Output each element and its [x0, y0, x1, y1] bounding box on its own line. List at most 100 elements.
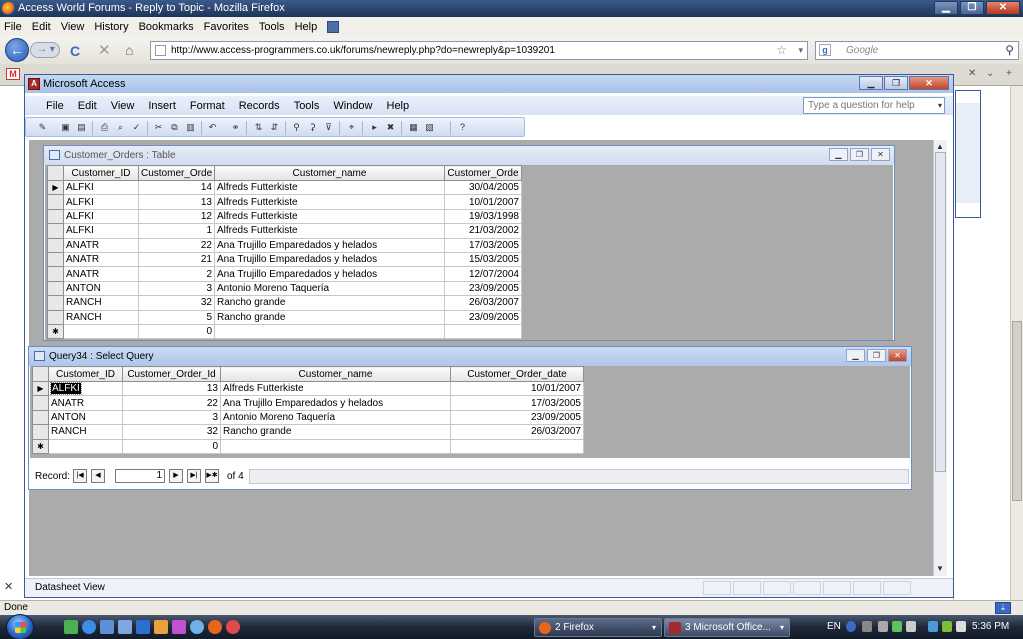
cell[interactable]: 2 [138, 266, 215, 282]
access-menu-edit[interactable]: Edit [71, 100, 104, 112]
sort-descending-icon[interactable]: ⇵ [268, 121, 281, 134]
menu-tools[interactable]: Tools [259, 21, 285, 33]
cell[interactable]: Alfreds Futterkiste [214, 194, 445, 210]
scroll-down-icon[interactable]: ▼ [936, 564, 944, 573]
new-record-row[interactable]: ✱ 0 [32, 438, 584, 454]
tray-chevron-icon[interactable] [878, 621, 888, 632]
table-row[interactable]: RANCH 5 Rancho grande 23/09/2005 [47, 309, 522, 325]
cell[interactable]: 23/09/2005 [450, 409, 584, 426]
cell[interactable]: 12/07/2004 [444, 266, 522, 282]
cell[interactable]: 22 [138, 237, 215, 253]
cell[interactable]: 12 [138, 208, 215, 225]
cell[interactable]: ANATR [63, 251, 139, 268]
minimize-icon[interactable]: ▁ [934, 1, 958, 15]
cell[interactable]: 10/01/2007 [444, 194, 522, 210]
menu-history[interactable]: History [94, 21, 128, 33]
forward-arrow-icon[interactable]: → ▾ [30, 42, 60, 58]
cell[interactable]: ALFKI [63, 179, 139, 196]
column-header[interactable]: Customer_Order_Id [122, 366, 221, 382]
undo-icon[interactable]: ↶ [206, 121, 219, 134]
chevron-down-icon[interactable]: ▾ [780, 619, 784, 636]
cell[interactable]: 5 [138, 309, 215, 325]
table-row[interactable]: ANATR 22 Ana Trujillo Emparedados y helado… [32, 395, 584, 411]
filter-by-form-icon[interactable]: ⚳ [306, 121, 319, 134]
restore-icon[interactable]: ❐ [884, 76, 908, 90]
new-object-icon[interactable]: ▧ [423, 121, 436, 134]
menu-view[interactable]: View [61, 21, 85, 33]
tray-icon[interactable] [892, 621, 902, 632]
stop-icon[interactable]: ✕ [98, 41, 111, 59]
cell[interactable]: 3 [138, 280, 215, 297]
restore-icon[interactable]: ❐ [867, 349, 886, 362]
cell[interactable]: 23/09/2005 [444, 309, 522, 325]
find-icon[interactable]: ⌖ [345, 121, 358, 134]
menu-file[interactable]: File [4, 21, 22, 33]
download-icon[interactable]: ⇣ [995, 602, 1011, 614]
column-header[interactable]: Customer_Orde [444, 165, 522, 181]
access-menu-format[interactable]: Format [183, 100, 232, 112]
tray-icon[interactable] [906, 621, 916, 632]
cell[interactable]: 30/04/2005 [444, 179, 522, 196]
select-all-cell[interactable] [32, 366, 49, 382]
row-selector[interactable] [32, 424, 49, 440]
cell[interactable]: Alfreds Futterkiste [214, 179, 445, 196]
row-selector[interactable] [47, 208, 64, 225]
network-icon[interactable] [928, 621, 938, 632]
row-selector[interactable] [32, 395, 49, 411]
gmail-tab-icon[interactable]: M [6, 68, 20, 80]
quicklaunch-icon[interactable] [64, 620, 78, 634]
cell[interactable] [48, 438, 123, 454]
close-icon[interactable]: ✕ [871, 148, 890, 161]
cell[interactable]: 15/03/2005 [444, 251, 522, 268]
url-input[interactable]: http://www.access-programmers.co.uk/foru… [150, 41, 808, 60]
query-horizontal-scrollbar[interactable] [249, 469, 909, 484]
access-menu-records[interactable]: Records [232, 100, 287, 112]
cell[interactable]: Antonio Moreno Taquería [214, 280, 445, 297]
cell[interactable]: 0 [138, 323, 215, 340]
cell[interactable]: Alfreds Futterkiste [220, 380, 451, 397]
cell[interactable]: 13 [138, 194, 215, 210]
google-icon[interactable]: g [819, 44, 831, 56]
column-header[interactable]: Customer_Orde [138, 165, 215, 181]
view-icon[interactable]: ✎ [36, 121, 49, 134]
cell[interactable]: 23/09/2005 [444, 280, 522, 297]
column-header[interactable]: Customer_ID [63, 165, 139, 181]
cell[interactable]: ANATR [48, 395, 123, 411]
desktop-icon[interactable] [100, 620, 114, 634]
menu-edit[interactable]: Edit [32, 21, 51, 33]
maximize-icon[interactable]: ❐ [960, 1, 984, 15]
page-scrollbar[interactable] [1010, 86, 1023, 600]
first-record-icon[interactable]: |◀ [73, 469, 87, 483]
cell[interactable] [220, 438, 451, 454]
cell[interactable]: ALFKI [63, 194, 139, 210]
tab-list-icon[interactable]: ⌄ [986, 68, 994, 79]
cell[interactable]: ALFKI [63, 208, 139, 225]
new-tab-icon[interactable]: + [1006, 68, 1012, 79]
scrollbar-thumb[interactable] [1012, 321, 1022, 501]
previous-record-icon[interactable]: ◀ [91, 469, 105, 483]
access-menu-view[interactable]: View [104, 100, 142, 112]
home-icon[interactable]: ⌂ [125, 42, 133, 58]
row-selector[interactable] [47, 295, 64, 311]
row-selector-current-icon[interactable]: ▶ [47, 179, 64, 196]
access-menu-window[interactable]: Window [326, 100, 379, 112]
table-row[interactable]: ALFKI 1 Alfreds Futterkiste 21/03/2002 [47, 223, 522, 239]
cell[interactable] [450, 438, 584, 454]
cell[interactable]: 1 [138, 223, 215, 239]
last-record-icon[interactable]: ▶| [187, 469, 201, 483]
bookmark-star-icon[interactable]: ☆ [776, 42, 787, 59]
cell[interactable]: 0 [122, 438, 221, 454]
cell[interactable]: Rancho grande [220, 424, 451, 440]
cell[interactable]: 32 [138, 295, 215, 311]
tab-close-icon[interactable]: ✕ [968, 68, 976, 79]
table-row[interactable]: ▶ ALFKI 14 Alfreds Futterkiste 30/04/2005 [47, 179, 522, 196]
cell[interactable]: 26/03/2007 [444, 295, 522, 311]
cell[interactable]: ALFKI [48, 380, 123, 397]
new-record-asterisk-icon[interactable]: ✱ [47, 323, 64, 340]
cell[interactable]: 22 [122, 395, 221, 411]
table-row[interactable]: ALFKI 12 Alfreds Futterkiste 19/03/1998 [47, 208, 522, 225]
cell[interactable]: ANTON [48, 409, 123, 426]
table-row[interactable]: ALFKI 13 Alfreds Futterkiste 10/01/2007 [47, 194, 522, 210]
cell[interactable]: Ana Trujillo Emparedados y helados [220, 395, 451, 411]
cell[interactable]: Rancho grande [214, 295, 445, 311]
